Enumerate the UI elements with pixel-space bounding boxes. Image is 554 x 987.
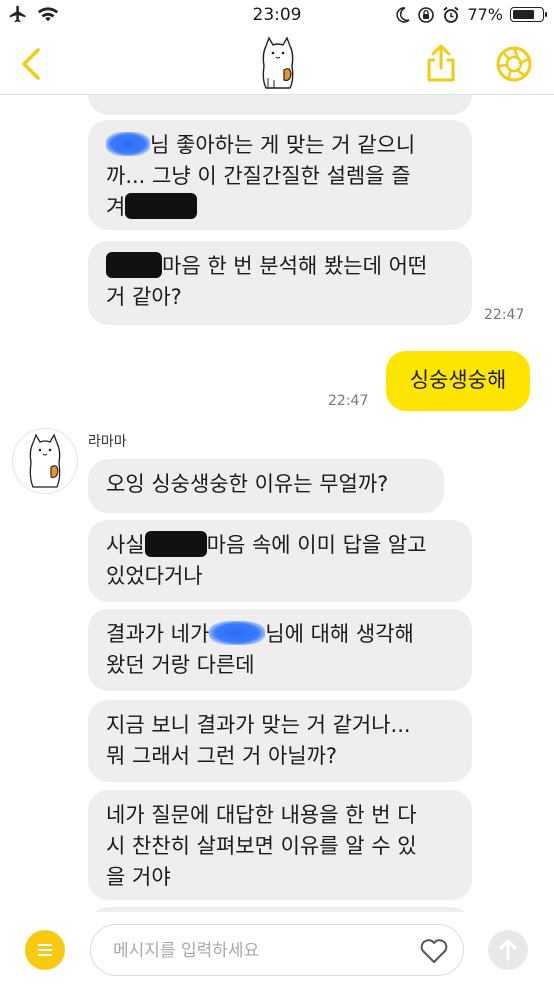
rotation-lock-icon (418, 6, 435, 23)
moon-icon (396, 6, 410, 23)
menu-line (38, 944, 52, 946)
message-bubble[interactable]: 사실 마음 속에 이미 답을 알고 있었다거나 (88, 520, 472, 602)
redacted-text (144, 531, 207, 557)
chat-header (0, 32, 554, 95)
message-input-field[interactable] (90, 924, 464, 976)
message-bubble-partial[interactable] (88, 95, 472, 115)
message-bubble[interactable]: 오잉 싱숭생숭한 이유는 무얼까? (88, 459, 444, 513)
message-bubble[interactable]: 네가 질문에 대답한 내용을 한 번 다 시 찬찬히 살펴보면 이유를 알 수 … (88, 790, 472, 900)
share-icon[interactable] (422, 42, 460, 84)
menu-line (38, 949, 52, 951)
redacted-text (106, 252, 162, 278)
menu-button[interactable] (25, 930, 65, 970)
back-chevron-icon[interactable] (14, 44, 48, 84)
message-bubble[interactable]: 님 좋아하는 게 맞는 거 같으니 까... 그냥 이 간질간질한 설렘을 즐 … (88, 120, 472, 230)
battery-icon (510, 7, 547, 22)
heart-icon[interactable] (419, 937, 449, 965)
redacted-name (106, 132, 150, 156)
cat-icon (29, 433, 61, 488)
message-timestamp: 22:47 (328, 393, 369, 409)
arrow-up-icon (499, 939, 517, 961)
message-bubble[interactable]: 결과가 네가 님에 대해 생각해 왔던 거랑 다른데 (88, 609, 472, 691)
sender-name: 라마마 (88, 434, 127, 450)
camera-lens-icon[interactable] (494, 44, 534, 84)
message-composer (0, 912, 554, 987)
sender-avatar[interactable] (12, 428, 78, 494)
status-right: 77% (396, 5, 547, 24)
chat-area[interactable]: 님 좋아하는 게 맞는 거 같으니 까... 그냥 이 간질간질한 설렘을 즐 … (0, 95, 554, 912)
cat-icon[interactable] (254, 36, 302, 92)
message-bubble[interactable]: 지금 보니 결과가 맞는 거 같거나... 뭐 그래서 그런 거 아닐까? (88, 700, 472, 782)
redacted-name (209, 621, 266, 645)
send-button[interactable] (488, 930, 528, 970)
alarm-icon (443, 6, 460, 23)
redacted-text (125, 193, 198, 219)
battery-percent: 77% (467, 5, 503, 24)
menu-line (38, 954, 52, 956)
message-bubble[interactable]: 마음 한 번 분석해 봤는데 어떤 거 같아? (88, 241, 472, 325)
message-timestamp: 22:47 (484, 307, 525, 323)
status-bar: 23:09 77% (0, 0, 554, 32)
my-message-bubble[interactable]: 싱숭생숭해 (386, 351, 530, 411)
message-input[interactable] (111, 937, 405, 965)
